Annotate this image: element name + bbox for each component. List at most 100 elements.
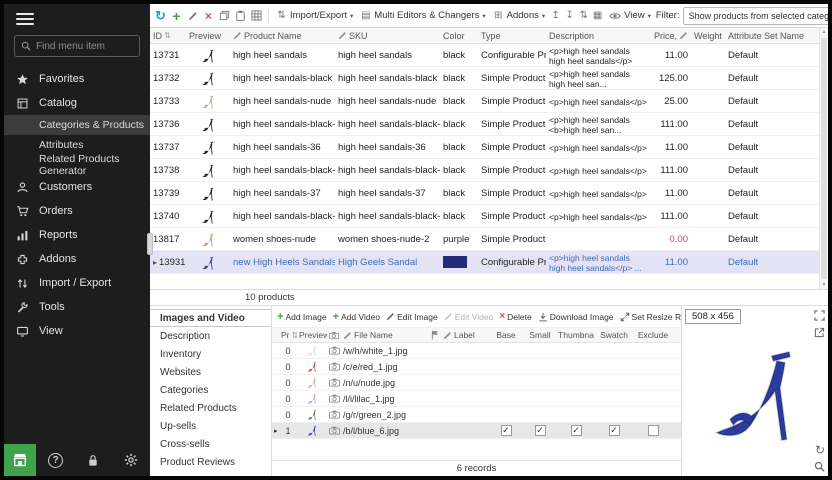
- checkbox-exclude[interactable]: [648, 425, 659, 436]
- column-header-label[interactable]: Label: [441, 328, 489, 342]
- column-header-file-name[interactable]: File Name: [341, 328, 429, 342]
- column-header-pr[interactable]: Pr⇅: [279, 328, 297, 342]
- sidebar-item-catalog[interactable]: Catalog: [4, 91, 150, 115]
- add-product-icon[interactable]: +: [170, 8, 183, 24]
- row-expander-icon[interactable]: ▸: [153, 258, 157, 267]
- column-header-description[interactable]: Description: [546, 28, 651, 43]
- column-header-color[interactable]: Color: [440, 28, 478, 43]
- column-header-product-name[interactable]: Product Name: [230, 28, 335, 43]
- column-header-id[interactable]: ID⇅: [150, 28, 186, 43]
- store-icon[interactable]: [4, 444, 36, 476]
- set-resize-rule-button[interactable]: Set Resize Rule: [620, 312, 681, 322]
- menu-hamburger-icon[interactable]: [16, 13, 34, 25]
- checkbox-small[interactable]: ✓: [535, 425, 546, 436]
- sidebar-item-import-export[interactable]: Import / Export: [4, 271, 150, 295]
- layout-icon[interactable]: ▦: [592, 10, 603, 21]
- product-row-13738[interactable]: 13738high heel sandals-black-37high heel…: [150, 159, 819, 182]
- download-image-button[interactable]: Download Image: [538, 312, 614, 322]
- column-header-preview[interactable]: Preview: [297, 328, 327, 342]
- column-header-price[interactable]: Price,: [651, 28, 691, 43]
- fullscreen-icon[interactable]: [814, 310, 825, 321]
- product-row-13732[interactable]: 13732high heel sandals-blackhigh heel sa…: [150, 67, 819, 90]
- checkbox-thumb[interactable]: ✓: [571, 425, 582, 436]
- sidebar-item-tools[interactable]: Tools: [4, 295, 150, 319]
- tab-inventory[interactable]: Inventory: [150, 345, 271, 363]
- column-header-type[interactable]: Type: [478, 28, 546, 43]
- product-row-13740[interactable]: 13740high heel sandals-black-38high heel…: [150, 205, 819, 228]
- column-header-small[interactable]: Small: [523, 328, 557, 342]
- image-row-2[interactable]: 0/c/e/red_1.jpg: [272, 359, 681, 375]
- swap-rows-icon[interactable]: ⇅: [578, 10, 589, 21]
- sidebar-item-addons[interactable]: Addons: [4, 247, 150, 271]
- product-row-13733[interactable]: 13733high heel sandals-nudehigh heel san…: [150, 90, 819, 113]
- image-row-5[interactable]: 0/g/r/green_2.jpg: [272, 407, 681, 423]
- sidebar-item-customers[interactable]: Customers: [4, 175, 150, 199]
- product-row-13739[interactable]: 13739high heel sandals-37high heel sanda…: [150, 182, 819, 205]
- product-row-13931[interactable]: ▸13931new High Heels SandalsHigh Geels S…: [150, 251, 819, 274]
- tab-categories[interactable]: Categories: [150, 381, 271, 399]
- column-header-attribute-set-name[interactable]: Attribute Set Name: [725, 28, 819, 43]
- copy-icon[interactable]: [218, 10, 231, 21]
- vertical-scrollbar[interactable]: ▲ ▼: [819, 28, 828, 289]
- tab-up-sells[interactable]: Up-sells: [150, 417, 271, 435]
- tab-description[interactable]: Description: [150, 327, 271, 345]
- image-row-4[interactable]: 0/l/i/lilac_1.jpg: [272, 391, 681, 407]
- image-row-6[interactable]: ▸1/b/l/blue_6.jpg✓✓✓✓: [272, 423, 681, 439]
- column-header-swatch[interactable]: Swatch: [595, 328, 633, 342]
- pane-splitter[interactable]: [147, 233, 153, 255]
- sort-asc-icon[interactable]: ↥: [550, 10, 561, 21]
- zoom-icon[interactable]: [814, 461, 825, 472]
- paste-icon[interactable]: [234, 10, 247, 21]
- checkbox-swatch[interactable]: ✓: [609, 425, 620, 436]
- sidebar-item-view[interactable]: View: [4, 319, 150, 343]
- column-header-thumbna[interactable]: Thumbna: [557, 328, 595, 342]
- scroll-up-icon[interactable]: ▲: [820, 29, 828, 35]
- refresh-icon[interactable]: ↻: [154, 8, 167, 24]
- column-header-preview[interactable]: Preview: [186, 28, 230, 43]
- import-export-button[interactable]: ⇅Import/Export▾: [274, 9, 355, 22]
- gear-icon[interactable]: [124, 453, 138, 467]
- edit-product-icon[interactable]: [186, 11, 199, 21]
- sidebar-subitem-related-products-generator[interactable]: Related Products Generator: [4, 155, 150, 175]
- column-header-sku[interactable]: SKU: [335, 28, 440, 43]
- sidebar-subitem-attributes[interactable]: Attributes: [4, 135, 150, 155]
- sidebar-item-orders[interactable]: Orders: [4, 199, 150, 223]
- add-video-button[interactable]: +Add Video: [333, 311, 381, 323]
- column-header-weight[interactable]: Weight: [691, 28, 725, 43]
- delete-button[interactable]: ×Delete: [499, 311, 531, 322]
- edit-image-button[interactable]: Edit Image: [386, 312, 438, 322]
- product-row-13731[interactable]: 13731high heel sandalshigh heel sandalsb…: [150, 44, 819, 67]
- checkbox-base[interactable]: ✓: [501, 425, 512, 436]
- scroll-down-icon[interactable]: ▼: [820, 282, 828, 288]
- tab-related-products[interactable]: Related Products: [150, 399, 271, 417]
- rotate-icon[interactable]: ↻: [815, 444, 825, 456]
- sidebar-item-favorites[interactable]: Favorites: [4, 67, 150, 91]
- product-row-13737[interactable]: 13737high heel sandals-36high heel sanda…: [150, 136, 819, 159]
- column-header-exclude[interactable]: Exclude: [633, 328, 673, 342]
- image-row-1[interactable]: 0/w/h/white_1.jpg: [272, 343, 681, 359]
- multi-editors-button[interactable]: ▤Multi Editors & Changers▾: [358, 9, 487, 22]
- open-external-icon[interactable]: [814, 327, 825, 338]
- addons-button[interactable]: ⊞Addons▾: [491, 9, 548, 22]
- flag-column-icon[interactable]: [429, 328, 441, 342]
- add-image-button[interactable]: +Add Image: [277, 311, 327, 323]
- sort-desc-icon[interactable]: ↧: [564, 10, 575, 21]
- tab-cross-sells[interactable]: Cross-sells: [150, 435, 271, 453]
- sidebar-search-input[interactable]: Find menu item: [14, 35, 140, 57]
- image-row-3[interactable]: 0/n/u/nude.jpg: [272, 375, 681, 391]
- sidebar-subitem-categories-products[interactable]: Categories & Products: [4, 115, 150, 135]
- tab-product-reviews[interactable]: Product Reviews: [150, 453, 271, 471]
- filter-select[interactable]: Show products from selected categories▾: [683, 7, 828, 25]
- delete-product-icon[interactable]: ×: [202, 9, 215, 23]
- lock-icon[interactable]: [87, 454, 99, 467]
- tab-images-and-video[interactable]: Images and Video: [150, 309, 271, 327]
- product-row-13736[interactable]: 13736high heel sandals-black-36high heel…: [150, 113, 819, 136]
- column-header-base[interactable]: Base: [489, 328, 523, 342]
- help-icon[interactable]: ?: [48, 453, 63, 468]
- camera-column-icon[interactable]: [327, 328, 341, 342]
- view-button[interactable]: View▾: [606, 9, 653, 22]
- grid-columns-icon[interactable]: [250, 10, 263, 21]
- product-row-13817[interactable]: 13817women shoes-nudewomen shoes-nude-2p…: [150, 228, 819, 251]
- scroll-thumb[interactable]: [821, 38, 827, 279]
- tab-websites[interactable]: Websites: [150, 363, 271, 381]
